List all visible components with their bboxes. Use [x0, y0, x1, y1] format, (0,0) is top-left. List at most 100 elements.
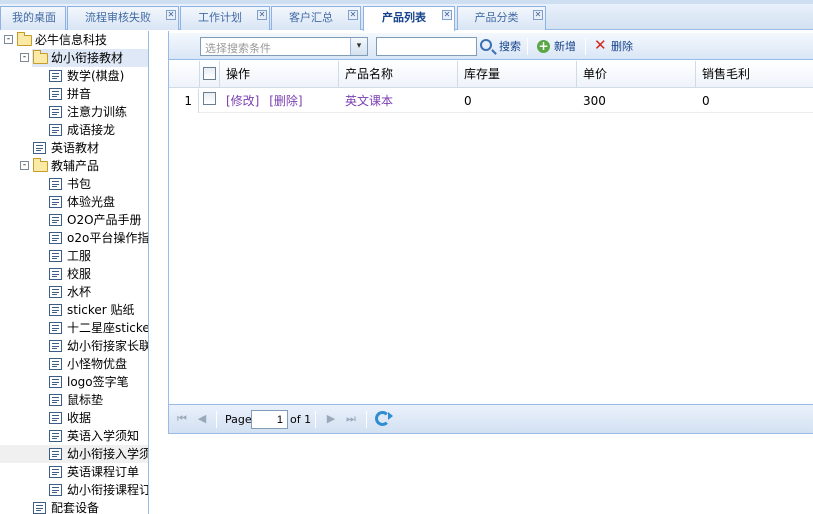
tree-node[interactable]: o2o平台操作指南: [0, 229, 149, 247]
edit-link[interactable]: [修改]: [226, 94, 259, 108]
grid-body: [169, 88, 813, 404]
tree-node[interactable]: logo签字笔: [0, 373, 148, 391]
tree-node[interactable]: 拼音: [0, 85, 148, 103]
tree-node[interactable]: 十二星座sticker: [0, 319, 149, 337]
tab-desktop[interactable]: 我的桌面: [0, 6, 66, 30]
column-header-price[interactable]: 单价: [577, 61, 696, 88]
tree-node[interactable]: 成语接龙: [0, 121, 148, 139]
search-button-label: 搜索: [499, 40, 521, 53]
tree-node-label: 注意力训练: [67, 105, 128, 119]
chevron-down-icon[interactable]: ▾: [350, 38, 367, 55]
page-count-label: of 1: [290, 413, 312, 426]
tree-node[interactable]: 数学(棋盘): [0, 67, 148, 85]
tree-node-label: 幼小衔接教材: [51, 51, 124, 65]
tree-node[interactable]: 小怪物优盘: [0, 355, 148, 373]
next-page-icon[interactable]: ▶: [324, 412, 338, 426]
refresh-icon[interactable]: [375, 411, 393, 426]
tab-label: 产品分类: [474, 11, 519, 24]
tree-node-label: 十二星座sticker: [67, 321, 149, 335]
column-header-margin[interactable]: 销售毛利: [696, 61, 813, 88]
document-icon: [49, 70, 62, 82]
tree-node-label: 幼小衔接入学须知: [67, 447, 148, 461]
tab-bar-top-strip: [0, 0, 813, 4]
document-icon: [49, 232, 62, 244]
tree-node[interactable]: 幼小衔接家长联: [0, 337, 148, 355]
first-page-icon[interactable]: ⏮: [175, 412, 189, 426]
tree-node[interactable]: 配套设备: [0, 499, 148, 514]
column-header-actions[interactable]: 操作: [220, 61, 339, 88]
tab-customer-summary[interactable]: 客户汇总 ✕: [271, 6, 361, 30]
tree-node-label: 体验光盘: [67, 195, 116, 209]
tree-node-label: o2o平台操作指南: [67, 231, 149, 245]
add-button[interactable]: + 新增: [537, 37, 581, 56]
document-icon: [49, 88, 62, 100]
rownum-header: [169, 61, 200, 88]
delete-link[interactable]: [删除]: [269, 94, 302, 108]
delete-button[interactable]: ✕ 删除: [594, 37, 638, 56]
close-icon[interactable]: ✕: [257, 10, 267, 20]
tree-node[interactable]: 幼小衔接入学须知: [0, 445, 148, 463]
document-icon: [49, 304, 62, 316]
tree-node[interactable]: 水杯: [0, 283, 148, 301]
tree-expander-icon[interactable]: -: [20, 53, 29, 62]
row-checkbox[interactable]: [203, 92, 216, 105]
tree-node-label: 鼠标垫: [67, 393, 104, 407]
tree-node[interactable]: 书包: [0, 175, 148, 193]
close-icon[interactable]: ✕: [442, 10, 452, 20]
product-name-cell[interactable]: 英文课本: [339, 89, 458, 113]
tree-node[interactable]: sticker 贴纸: [0, 301, 148, 319]
tree-node[interactable]: 鼠标垫: [0, 391, 148, 409]
close-icon[interactable]: ✕: [166, 10, 176, 20]
tree-node[interactable]: 英语教材: [0, 139, 148, 157]
tab-label: 流程审核失败: [85, 11, 151, 24]
tree-node[interactable]: 体验光盘: [0, 193, 148, 211]
close-icon[interactable]: ✕: [348, 10, 358, 20]
stock-cell: 0: [464, 94, 472, 108]
folder-icon: [33, 158, 48, 172]
tab-product-category[interactable]: 产品分类 ✕: [457, 6, 546, 30]
tab-flow-failed[interactable]: 流程审核失败 ✕: [67, 6, 179, 30]
document-icon: [49, 448, 62, 460]
tab-product-list[interactable]: 产品列表 ✕: [363, 6, 455, 31]
search-button[interactable]: 搜索: [480, 37, 522, 56]
search-input[interactable]: [376, 37, 477, 56]
tree-node[interactable]: 校服: [0, 265, 148, 283]
document-icon: [49, 322, 62, 334]
prev-page-icon[interactable]: ◀: [195, 412, 209, 426]
tree-node[interactable]: 英语入学须知: [0, 427, 148, 445]
document-icon: [49, 124, 62, 136]
select-all-checkbox[interactable]: [203, 67, 216, 80]
tree-node[interactable]: 幼小衔接课程订单: [0, 481, 148, 499]
column-header-product-name[interactable]: 产品名称: [339, 61, 458, 88]
add-icon: +: [537, 39, 550, 53]
tree-node[interactable]: - 幼小衔接教材: [20, 49, 148, 67]
last-page-icon[interactable]: ⏭: [344, 412, 358, 426]
row-select-cell: [200, 89, 220, 113]
table-row[interactable]: 1 [修改] [删除] 英文课本 0 300 0: [169, 89, 813, 113]
page-number-input[interactable]: [251, 410, 288, 429]
tree-node[interactable]: 注意力训练: [0, 103, 148, 121]
tree-node-label: 成语接龙: [67, 123, 116, 137]
document-icon: [49, 268, 62, 280]
category-tree: - 必牛信息科技 - 幼小衔接教材 数学(棋盘) 拼音 注意力训练 成语接龙 英语教材 - 教辅产品…: [0, 31, 149, 514]
tree-node[interactable]: - 必牛信息科技: [0, 31, 148, 49]
tree-node[interactable]: 收据: [0, 409, 148, 427]
tree-node[interactable]: 工服: [0, 247, 148, 265]
document-icon: [49, 178, 62, 190]
tree-node[interactable]: 英语课程订单: [0, 463, 148, 481]
tree-node-label: 工服: [67, 249, 92, 263]
document-icon: [49, 340, 62, 352]
tab-label: 客户汇总: [289, 11, 333, 24]
document-icon: [33, 502, 46, 514]
tree-node[interactable]: - 教辅产品: [0, 157, 148, 175]
close-icon[interactable]: ✕: [533, 10, 543, 20]
tab-work-plan[interactable]: 工作计划 ✕: [180, 6, 270, 30]
tree-expander-icon[interactable]: -: [20, 161, 29, 170]
column-header-stock[interactable]: 库存量: [458, 61, 577, 88]
page-label: Page: [225, 413, 252, 426]
tree-expander-icon[interactable]: -: [4, 35, 13, 44]
tree-node-label: 收据: [67, 411, 92, 425]
delete-button-label: 删除: [611, 40, 633, 53]
search-condition-select[interactable]: 选择搜索条件 ▾: [200, 37, 368, 56]
tree-node[interactable]: O2O产品手册: [0, 211, 148, 229]
